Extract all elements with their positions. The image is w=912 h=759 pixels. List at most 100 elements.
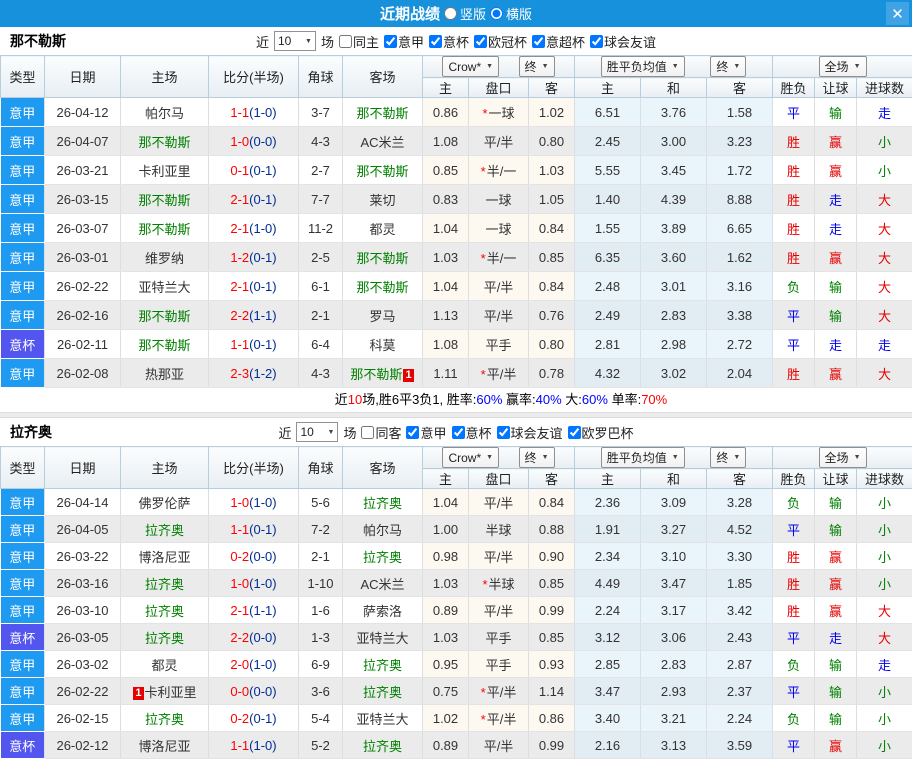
checkbox-input[interactable] [452,426,465,439]
away-team-cell: 拉齐奥 [343,732,423,759]
match-row: 意甲26-04-07那不勒斯1-0(0-0)4-3AC米兰1.08平/半0.80… [1,127,912,156]
match-count-select[interactable]: 10▼ [296,422,338,442]
avg-away-odds: 3.16 [707,272,773,301]
result-goals: 小 [857,678,912,705]
checkbox-input[interactable] [406,426,419,439]
close-icon[interactable]: ✕ [886,2,909,25]
final-dropdown[interactable]: 终▼ [519,447,555,468]
crow-away-odds: 0.85 [529,570,575,597]
handicap-value: 平/半 [487,712,517,727]
filter-checkbox-0[interactable]: 同主 [339,32,379,51]
match-count-select[interactable]: 10▼ [274,31,316,51]
league-type-badge: 意甲 [1,243,45,272]
checkbox-input[interactable] [361,426,374,439]
checkbox-input[interactable] [590,35,603,48]
team-name: 拉齐奥 [10,422,52,442]
fulltime-score: 1-2 [230,250,249,265]
avg-odds-group-inner: 胜平负均值▼ 终▼ [575,56,772,77]
league-type-badge: 意甲 [1,359,45,388]
league-type-badge: 意甲 [1,301,45,330]
filter-checkbox-3[interactable]: 欧冠杯 [474,32,527,51]
handicap-cell: 平/半 [469,543,529,570]
checkbox-input[interactable] [497,426,510,439]
crow-away-odds: 0.86 [529,705,575,732]
avg-away-odds: 4.52 [707,516,773,543]
corner-cell: 5-6 [299,489,343,516]
crow-away-odds: 0.80 [529,127,575,156]
radio-vertical-input[interactable] [444,7,457,20]
handicap-value: 一球 [485,222,511,237]
crow-home-odds: 0.98 [423,543,469,570]
summary-part: 60% [476,392,502,407]
home-team-name: 拉齐奥 [145,712,184,727]
star-marker: * [481,367,486,382]
corner-cell: 3-7 [299,98,343,127]
fulltime-score: 2-1 [230,279,249,294]
filter-checkbox-label: 意杯 [466,423,492,442]
avg-odds-group-inner: 胜平负均值▼ 终▼ [575,447,772,468]
crow-away-odds: 0.85 [529,243,575,272]
crow-odds-group: Crow*▼ 终▼ [423,56,575,78]
home-team-cell: 那不勒斯 [121,330,209,359]
checkbox-input[interactable] [568,426,581,439]
filter-checkbox-4[interactable]: 意超杯 [532,32,585,51]
match-row: 意甲26-02-15拉齐奥0-2(0-1)5-4亚特兰大1.02*平/半0.86… [1,705,912,732]
filter-checkbox-0[interactable]: 同客 [361,423,401,442]
result-handicap: 赢 [815,543,857,570]
crow-dropdown[interactable]: Crow*▼ [442,447,499,468]
match-row: 意甲26-02-22亚特兰大2-1(0-1)6-1那不勒斯1.04平/半0.84… [1,272,912,301]
score-cell: 1-1(1-0) [209,732,299,759]
score-cell: 2-0(1-0) [209,651,299,678]
crow-home-odds: 1.13 [423,301,469,330]
score-cell: 2-1(1-1) [209,597,299,624]
away-team-name: 那不勒斯 [356,164,408,179]
team-name: 那不勒斯 [10,31,66,51]
crow-dropdown[interactable]: Crow*▼ [442,56,499,77]
fullgame-dropdown[interactable]: 全场▼ [819,56,867,77]
radio-horizontal-input[interactable] [490,7,503,20]
layout-radio-horizontal[interactable]: 横版 [490,4,532,23]
checkbox-input[interactable] [532,35,545,48]
league-type-badge: 意甲 [1,156,45,185]
halftime-score: (1-1) [249,308,276,323]
avg-home-odds: 2.16 [575,732,641,759]
layout-radio-vertical[interactable]: 竖版 [444,4,486,23]
filter-checkbox-3[interactable]: 球会友谊 [497,423,563,442]
checkbox-input[interactable] [474,35,487,48]
corner-cell: 4-3 [299,359,343,388]
match-row: 意甲26-03-07那不勒斯2-1(1-0)11-2都灵1.04一球0.841.… [1,214,912,243]
avg-dropdown[interactable]: 胜平负均值▼ [601,447,685,468]
avg-draw-odds: 2.98 [641,330,707,359]
fulltime-score: 2-1 [230,603,249,618]
corner-cell: 1-10 [299,570,343,597]
checkbox-input[interactable] [339,35,352,48]
final-dropdown-2[interactable]: 终▼ [710,56,746,77]
crow-away-odds: 0.99 [529,597,575,624]
halftime-score: (1-1) [249,603,276,618]
final-dropdown-2[interactable]: 终▼ [710,447,746,468]
avg-home-odds: 2.49 [575,301,641,330]
avg-dropdown[interactable]: 胜平负均值▼ [601,56,685,77]
filter-checkbox-2[interactable]: 意杯 [429,32,469,51]
filter-checkbox-2[interactable]: 意杯 [452,423,492,442]
filter-checkbox-1[interactable]: 意甲 [406,423,446,442]
corner-cell: 1-3 [299,624,343,651]
halftime-score: (0-1) [249,163,276,178]
handicap-value: 半球 [485,523,511,538]
checkbox-input[interactable] [384,35,397,48]
filter-checkbox-4[interactable]: 欧罗巴杯 [568,423,634,442]
handicap-cell: *平/半 [469,359,529,388]
avg-draw-odds: 3.47 [641,570,707,597]
score-cell: 1-1(1-0) [209,98,299,127]
summary-part: 场,胜6平3负1, 胜率: [362,392,476,407]
crow-home-odds: 0.89 [423,732,469,759]
avg-draw-odds: 2.83 [641,301,707,330]
filter-checkbox-5[interactable]: 球会友谊 [590,32,656,51]
home-team-name: 帕尔马 [145,106,184,121]
checkbox-input[interactable] [429,35,442,48]
avg-home-odds: 6.51 [575,98,641,127]
filter-checkbox-1[interactable]: 意甲 [384,32,424,51]
final-dropdown[interactable]: 终▼ [519,56,555,77]
fullgame-dropdown[interactable]: 全场▼ [819,447,867,468]
results-sections: 那不勒斯近10▼场同主意甲意杯欧冠杯意超杯球会友谊类型日期主场比分(半场)角球客… [0,27,912,759]
